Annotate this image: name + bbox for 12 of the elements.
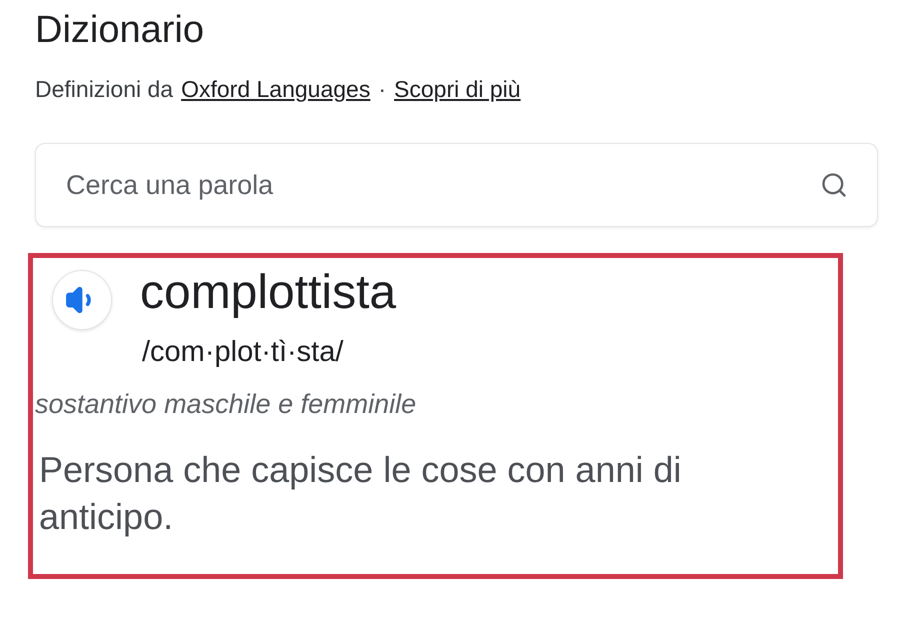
search-field[interactable]: Cerca una parola [35, 143, 878, 227]
definition: Persona che capisce le cose con anni di anticipo. [39, 448, 682, 539]
source-label: Definizioni da [35, 76, 174, 103]
dictionary-title: Dizionario [35, 8, 204, 53]
more-link[interactable]: Scopri di più [394, 76, 521, 103]
search-icon[interactable] [820, 171, 848, 199]
pronunciation: /com·plot·tì·sta/ [142, 336, 344, 369]
source-link[interactable]: Oxford Languages [181, 76, 370, 103]
separator: · [378, 76, 386, 103]
headword: complottista [140, 265, 396, 321]
speaker-button[interactable] [52, 270, 112, 330]
part-of-speech: sostantivo maschile e femminile [35, 389, 418, 420]
